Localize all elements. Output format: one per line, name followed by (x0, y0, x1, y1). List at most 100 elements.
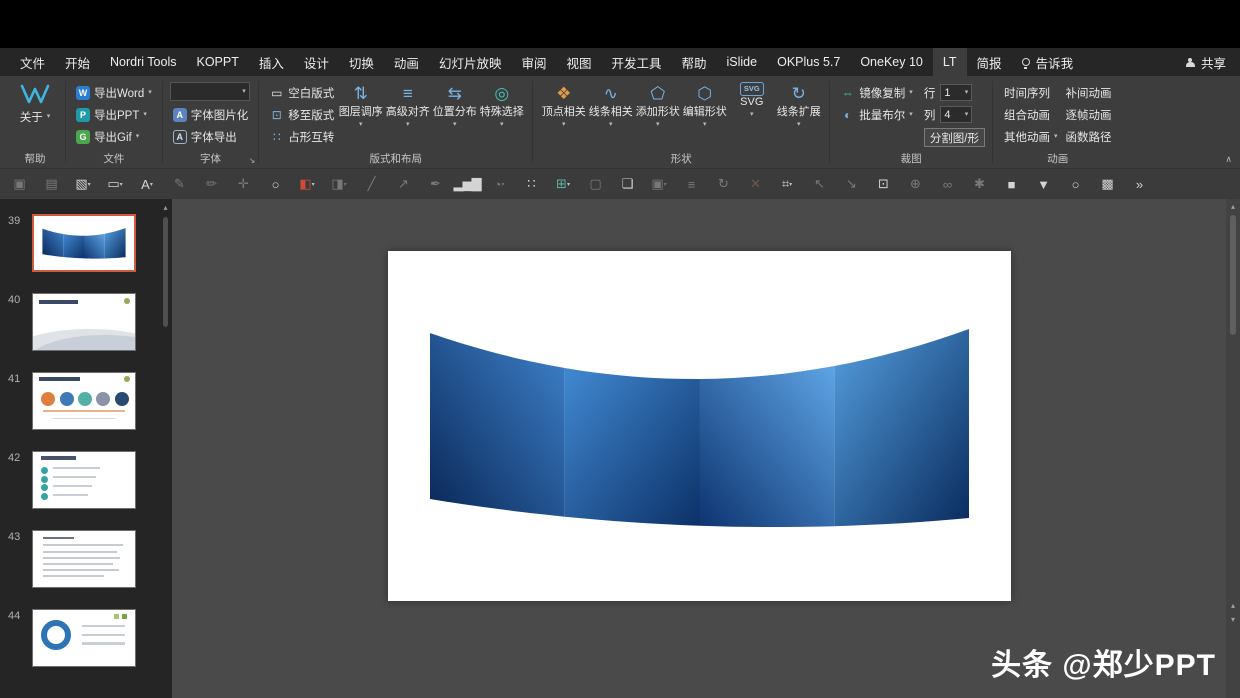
batch-boolean-button[interactable]: ◐ 批量布尔 ▾ (837, 104, 916, 125)
special-select-button[interactable]: ◎ 特殊选择 ▾ (478, 80, 525, 147)
delete-icon[interactable]: ✕ (742, 172, 768, 196)
slide-layout-icon[interactable]: ▤ (38, 172, 64, 196)
tab-OKPlus 5.7[interactable]: OKPlus 5.7 (767, 48, 850, 76)
tab-切换[interactable]: 切换 (339, 48, 384, 76)
rotate-icon[interactable]: ↻ (710, 172, 736, 196)
solid-square-icon[interactable]: ■ (998, 172, 1024, 196)
thumbnail-scrollbar[interactable]: ▴ (159, 199, 172, 698)
slide-thumbnail-43[interactable] (32, 530, 136, 588)
selection-box-icon[interactable]: ⊡ (870, 172, 896, 196)
next-slide-button[interactable]: ▾ (1226, 615, 1240, 624)
tween-anim-button[interactable]: 补间动画 (1062, 82, 1116, 103)
image-placeholder-icon[interactable]: ▧ ▾ (70, 172, 96, 196)
more-tools-icon[interactable]: » (1126, 172, 1152, 196)
function-path-button[interactable]: 函数路径 (1062, 126, 1116, 147)
lt-logo-icon[interactable] (20, 82, 50, 106)
split-shape-button[interactable]: 分割图/形 (923, 128, 986, 147)
scroll-up-icon[interactable]: ▴ (1226, 202, 1240, 211)
export-word-button[interactable]: W 导出Word ▾ (73, 82, 155, 103)
font-export-button[interactable]: A 字体导出 (170, 126, 252, 147)
line-extend-button[interactable]: ↻ 线条扩展 ▾ (775, 80, 822, 128)
vertex-tools-button[interactable]: ❖ 顶点相关 ▾ (540, 80, 587, 128)
tab-Nordri Tools[interactable]: Nordri Tools (100, 48, 186, 76)
tell-me-button[interactable]: 告诉我 (1012, 48, 1084, 76)
shape-swap-button[interactable]: ∷ 占形互转 (266, 126, 337, 147)
slide-thumbnail-42[interactable] (32, 451, 136, 509)
other-anim-button[interactable]: 其他动画 ▾ (1000, 126, 1062, 147)
link-icon[interactable]: ∞ (934, 172, 960, 196)
paste-icon[interactable]: ▣ (6, 172, 32, 196)
align-objects-icon[interactable]: ≡ (678, 172, 704, 196)
scrollbar-thumb[interactable] (1230, 215, 1236, 335)
scroll-up-icon[interactable]: ▴ (159, 203, 172, 212)
zoom-icon[interactable]: ⊕ (902, 172, 928, 196)
circle-outline-icon[interactable]: ○ (1062, 172, 1088, 196)
slide-thumbnail-41[interactable] (32, 372, 136, 430)
layers-icon[interactable]: ❏ (614, 172, 640, 196)
rows-input[interactable]: 1 ▾ (940, 84, 973, 101)
tab-动画[interactable]: 动画 (384, 48, 429, 76)
circle-shape-icon[interactable]: ○ (262, 172, 288, 196)
cols-input[interactable]: 4 ▾ (940, 106, 973, 123)
format-painter-icon[interactable]: ✏ (198, 172, 224, 196)
vertical-scrollbar[interactable]: ▴ ▴ ▾ (1226, 199, 1240, 698)
advanced-align-button[interactable]: ≡ 高级对齐 ▾ (384, 80, 431, 147)
combo-anim-button[interactable]: 组合动画 (1000, 104, 1062, 125)
picture-icon[interactable]: ▩ (1094, 172, 1120, 196)
table-icon[interactable]: ⊞ ▾ (550, 172, 576, 196)
tab-插入[interactable]: 插入 (249, 48, 294, 76)
blank-layout-button[interactable]: ▭ 空白版式 (266, 82, 337, 103)
slide-thumbnail-39[interactable] (32, 214, 136, 272)
add-shape-button[interactable]: ⬠ 添加形状 ▾ (634, 80, 681, 128)
arrow-icon[interactable]: ↗ (390, 172, 416, 196)
slide-thumbnail-44[interactable] (32, 609, 136, 667)
tab-审阅[interactable]: 审阅 (511, 48, 556, 76)
dot-grid-icon[interactable]: ∷ (518, 172, 544, 196)
slide-thumbnail-40[interactable] (32, 293, 136, 351)
line-icon[interactable]: ╱ (358, 172, 384, 196)
tab-文件[interactable]: 文件 (10, 48, 55, 76)
about-button[interactable]: 关于 ▾ (17, 106, 54, 127)
curved-screen-shape[interactable] (388, 251, 1011, 601)
slide-editing-area[interactable] (388, 251, 1011, 601)
frame-icon[interactable]: ▢ (582, 172, 608, 196)
ink-pen-icon[interactable]: ✒ (422, 172, 448, 196)
tab-设计[interactable]: 设计 (294, 48, 339, 76)
tab-LT[interactable]: LT (932, 48, 967, 76)
tab-帮助[interactable]: 帮助 (672, 48, 717, 76)
tab-视图[interactable]: 视图 (556, 48, 601, 76)
line-tools-button[interactable]: ∿ 线条相关 ▾ (587, 80, 634, 128)
tab-幻灯片放映[interactable]: 幻灯片放映 (429, 48, 512, 76)
group-icon[interactable]: ▣ ▾ (646, 172, 672, 196)
pie-chart-icon[interactable]: ◔ ▾ (486, 172, 512, 196)
fill-color-icon[interactable]: ◧ ▾ (294, 172, 320, 196)
collapse-ribbon-button[interactable]: ∧ (1225, 154, 1232, 165)
crop-icon[interactable]: ⌗ ▾ (774, 172, 800, 196)
export-ppt-button[interactable]: P 导出PPT ▾ (73, 104, 155, 125)
settings-icon[interactable]: ✱ (966, 172, 992, 196)
shrink-icon[interactable]: ↖ (806, 172, 832, 196)
textbox-icon[interactable]: ▭ ▾ (102, 172, 128, 196)
svg-button[interactable]: SVG SVG ▾ (728, 80, 775, 128)
tab-KOPPT[interactable]: KOPPT (187, 48, 249, 76)
font-name-select[interactable]: ▾ (169, 82, 250, 101)
mirror-copy-button[interactable]: ⇔ 镜像复制 ▾ (837, 82, 916, 103)
tab-简报[interactable]: 简报 (967, 48, 1012, 76)
expand-icon[interactable]: ↘ (838, 172, 864, 196)
move-to-layout-button[interactable]: ⊡ 移至版式 (266, 104, 337, 125)
previous-slide-button[interactable]: ▴ (1226, 601, 1240, 610)
font-to-image-button[interactable]: A 字体图片化 (170, 104, 252, 125)
layer-order-button[interactable]: ⇅ 图层调序 ▾ (337, 80, 384, 147)
tab-开始[interactable]: 开始 (55, 48, 100, 76)
dialog-launcher-icon[interactable]: ↘ (249, 156, 256, 165)
frame-anim-button[interactable]: 逐帧动画 (1062, 104, 1116, 125)
time-sequence-button[interactable]: 时间序列 (1000, 82, 1062, 103)
position-distribute-button[interactable]: ⇆ 位置分布 ▾ (431, 80, 478, 147)
tab-OneKey 10[interactable]: OneKey 10 (850, 48, 933, 76)
funnel-icon[interactable]: ▼ (1030, 172, 1056, 196)
export-gif-button[interactable]: G 导出Gif ▾ (73, 126, 155, 147)
scrollbar-thumb[interactable] (163, 217, 168, 327)
font-icon[interactable]: A ▾ (134, 172, 160, 196)
edit-shape-button[interactable]: ⬡ 编辑形状 ▾ (681, 80, 728, 128)
eyedropper-icon[interactable]: ✛ (230, 172, 256, 196)
